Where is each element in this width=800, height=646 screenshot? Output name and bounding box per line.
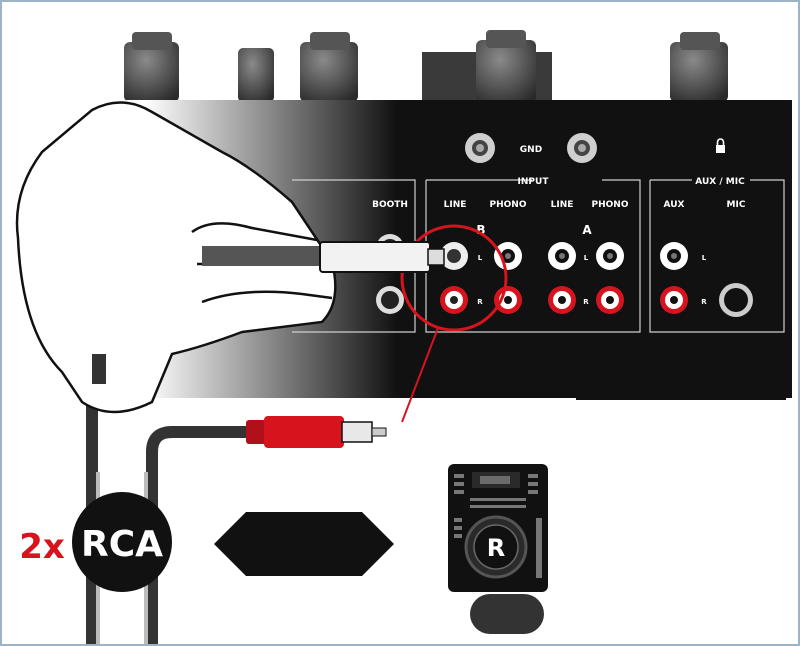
r-label-aux: R bbox=[701, 298, 707, 306]
input-label: INPUT bbox=[518, 177, 550, 187]
line-a-label: LINE bbox=[551, 200, 574, 210]
booth-label: BOOTH bbox=[372, 200, 408, 210]
channel-a-label: A bbox=[582, 223, 592, 237]
knob-3-cap bbox=[486, 30, 526, 48]
l-label-a: L bbox=[584, 254, 589, 262]
bidirectional-arrow-icon bbox=[214, 512, 394, 576]
aux-mic-label: AUX / MIC bbox=[695, 177, 745, 187]
aux-label: AUX bbox=[664, 200, 685, 210]
knob-1 bbox=[124, 42, 179, 102]
cd-player-device: R bbox=[448, 464, 548, 634]
knob-3 bbox=[476, 40, 536, 104]
r-label-a: R bbox=[583, 298, 589, 306]
count-label: 2x bbox=[19, 527, 65, 567]
phono-a-label: PHONO bbox=[592, 200, 629, 210]
knob-4 bbox=[670, 42, 728, 102]
mixer-bottom-lip bbox=[576, 388, 786, 400]
knob-2-cap bbox=[310, 32, 350, 50]
knob-2 bbox=[300, 42, 358, 102]
mixer-knobs bbox=[124, 30, 728, 104]
knob-4-cap bbox=[680, 32, 720, 50]
fader-knob bbox=[238, 48, 274, 102]
gnd-label: GND bbox=[520, 145, 542, 155]
l-label-b: L bbox=[478, 254, 483, 262]
mic-label: MIC bbox=[727, 200, 746, 210]
line-b-label: LINE bbox=[444, 200, 467, 210]
connection-diagram: GND BOOTH INPUT LINE PHONO LINE PHONO B … bbox=[0, 0, 800, 646]
diagram-svg: GND BOOTH INPUT LINE PHONO LINE PHONO B … bbox=[2, 30, 792, 644]
r-label-b: R bbox=[477, 298, 483, 306]
knob-1-cap bbox=[132, 32, 172, 50]
rca-label: RCA bbox=[81, 524, 163, 565]
red-rca-plug bbox=[246, 416, 387, 448]
phono-b-label: PHONO bbox=[490, 200, 527, 210]
deck-label: R bbox=[487, 534, 505, 562]
l-label-aux: L bbox=[702, 254, 707, 262]
cable-count-badge: RCA 2x bbox=[19, 492, 172, 592]
